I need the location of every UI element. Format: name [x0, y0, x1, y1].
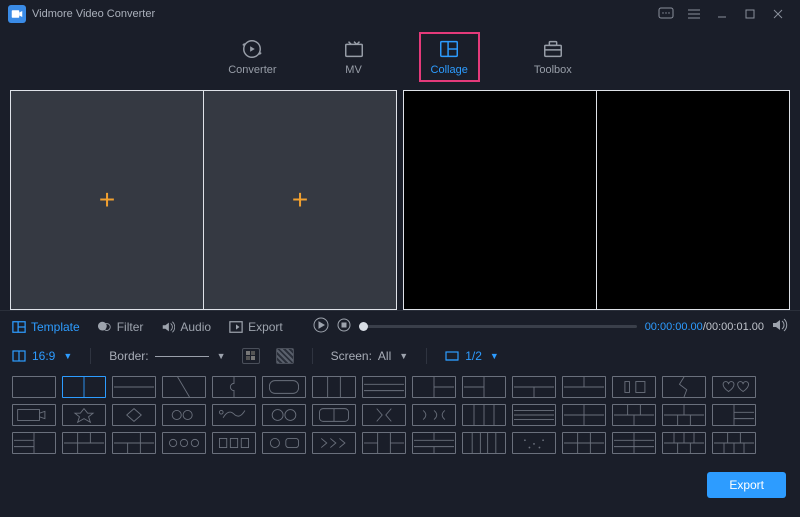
- top-nav: Converter MV Collage Toolbox: [0, 28, 800, 90]
- template-item[interactable]: [162, 376, 206, 398]
- template-item[interactable]: [162, 404, 206, 426]
- border-preview-line: [155, 356, 209, 357]
- nav-toolbox[interactable]: Toolbox: [522, 32, 584, 82]
- template-item[interactable]: [562, 404, 606, 426]
- collage-canvas: + +: [10, 90, 397, 310]
- preview-canvas: [403, 90, 790, 310]
- template-item[interactable]: [412, 432, 456, 454]
- template-item[interactable]: [62, 376, 106, 398]
- template-item[interactable]: [662, 376, 706, 398]
- screen-select[interactable]: Screen: All▼: [331, 349, 409, 363]
- subtab-audio[interactable]: Audio: [161, 320, 211, 334]
- template-item[interactable]: [512, 432, 556, 454]
- aspect-ratio-select[interactable]: 16:9▼: [12, 349, 72, 363]
- subtab-template[interactable]: Template: [12, 320, 80, 334]
- playback-bar: 00:00:00.00/00:00:01.00: [313, 317, 788, 336]
- export-button[interactable]: Export: [707, 472, 786, 498]
- template-item[interactable]: [262, 376, 306, 398]
- play-button[interactable]: [313, 317, 329, 336]
- feedback-icon[interactable]: [652, 4, 680, 24]
- template-item[interactable]: [612, 432, 656, 454]
- template-item[interactable]: [712, 376, 756, 398]
- progress-bar[interactable]: [359, 325, 637, 328]
- preview-cell-2: [597, 91, 789, 309]
- template-item[interactable]: [12, 432, 56, 454]
- titlebar: Vidmore Video Converter: [0, 0, 800, 28]
- template-item[interactable]: [212, 404, 256, 426]
- template-item[interactable]: [462, 432, 506, 454]
- template-item[interactable]: [212, 432, 256, 454]
- template-item[interactable]: [312, 404, 356, 426]
- template-item[interactable]: [562, 376, 606, 398]
- app-logo: [8, 5, 26, 23]
- template-item[interactable]: [212, 376, 256, 398]
- nav-collage[interactable]: Collage: [419, 32, 480, 82]
- template-item[interactable]: [462, 404, 506, 426]
- border-pattern-picker[interactable]: [276, 348, 294, 364]
- template-item[interactable]: [362, 432, 406, 454]
- template-item[interactable]: [662, 432, 706, 454]
- template-item[interactable]: [712, 432, 756, 454]
- template-item[interactable]: [312, 376, 356, 398]
- add-media-icon: +: [99, 184, 115, 216]
- subtab-export[interactable]: Export: [229, 320, 283, 334]
- template-item[interactable]: [362, 376, 406, 398]
- options-bar: 16:9▼ Border: ▼ Screen: All▼ 1/2▼: [0, 342, 800, 370]
- template-item[interactable]: [62, 404, 106, 426]
- subtab-filter[interactable]: Filter: [98, 320, 144, 334]
- main-area: + +: [0, 90, 800, 310]
- template-item[interactable]: [462, 376, 506, 398]
- add-media-icon: +: [292, 184, 308, 216]
- split-view-select[interactable]: 1/2▼: [445, 349, 499, 363]
- maximize-button[interactable]: [736, 4, 764, 24]
- template-item[interactable]: [12, 376, 56, 398]
- template-item[interactable]: [412, 404, 456, 426]
- close-button[interactable]: [764, 4, 792, 24]
- template-item[interactable]: [562, 432, 606, 454]
- template-item[interactable]: [262, 432, 306, 454]
- template-item[interactable]: [12, 404, 56, 426]
- template-item[interactable]: [362, 404, 406, 426]
- minimize-button[interactable]: [708, 4, 736, 24]
- template-item[interactable]: [612, 376, 656, 398]
- collage-cell-2[interactable]: +: [204, 91, 396, 309]
- footer: Export: [0, 462, 800, 506]
- nav-converter[interactable]: Converter: [216, 32, 288, 82]
- border-color-picker[interactable]: [242, 348, 260, 364]
- preview-cell-1: [404, 91, 597, 309]
- menu-icon[interactable]: [680, 4, 708, 24]
- template-item[interactable]: [312, 432, 356, 454]
- template-item[interactable]: [712, 404, 756, 426]
- template-item[interactable]: [162, 432, 206, 454]
- nav-mv[interactable]: MV: [331, 32, 377, 82]
- template-item[interactable]: [112, 376, 156, 398]
- border-select[interactable]: Border: ▼: [109, 349, 225, 363]
- app-title: Vidmore Video Converter: [32, 8, 155, 20]
- subtab-bar: Template Filter Audio Export 00:00:00.00…: [0, 310, 800, 342]
- template-item[interactable]: [662, 404, 706, 426]
- collage-cell-1[interactable]: +: [11, 91, 204, 309]
- template-item[interactable]: [112, 404, 156, 426]
- stop-button[interactable]: [337, 318, 351, 335]
- volume-icon[interactable]: [772, 318, 788, 335]
- template-item[interactable]: [512, 376, 556, 398]
- template-item[interactable]: [262, 404, 306, 426]
- template-item[interactable]: [612, 404, 656, 426]
- template-grid: [0, 370, 800, 462]
- template-item[interactable]: [112, 432, 156, 454]
- template-item[interactable]: [412, 376, 456, 398]
- time-display: 00:00:00.00/00:00:01.00: [645, 321, 764, 333]
- template-item[interactable]: [512, 404, 556, 426]
- template-item[interactable]: [62, 432, 106, 454]
